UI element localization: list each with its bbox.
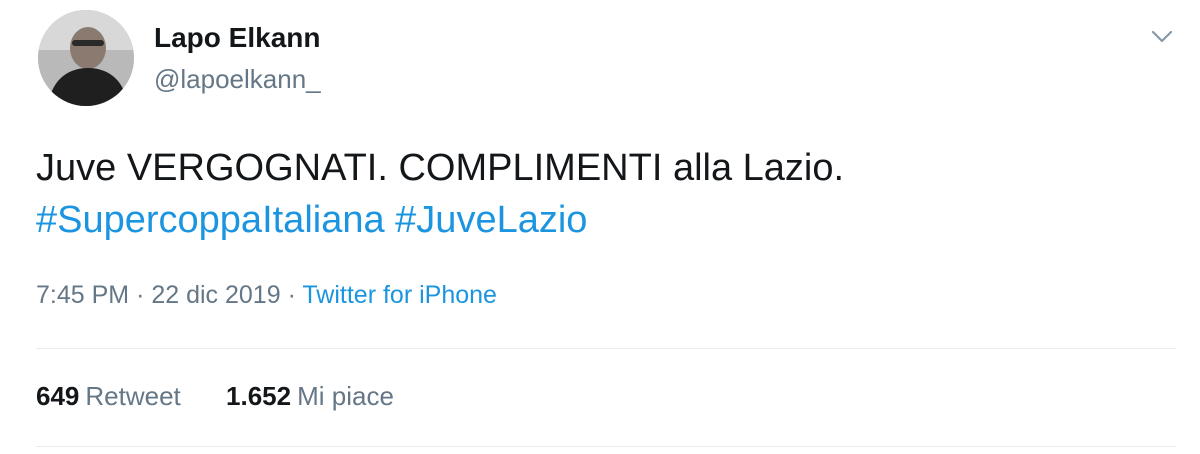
tweet-meta: 7:45 PM · 22 dic 2019 · Twitter for iPho… <box>36 281 497 310</box>
avatar[interactable] <box>38 10 134 106</box>
likes-label: Mi piace <box>297 381 394 411</box>
tweet-stats: 649 Retweet 1.652 Mi piace <box>36 381 432 412</box>
retweets-count: 649 <box>36 381 80 411</box>
hashtag-link[interactable]: #JuveLazio <box>395 199 587 241</box>
tweet-card: Lapo Elkann @lapoelkann_ Juve VERGOGNATI… <box>0 0 1200 454</box>
retweets-stat[interactable]: 649 Retweet <box>36 381 181 412</box>
meta-separator: · <box>287 281 296 309</box>
retweets-label: Retweet <box>85 381 181 411</box>
tweet-source-link[interactable]: Twitter for iPhone <box>302 281 497 309</box>
tweet-body: Juve VERGOGNATI. COMPLIMENTI alla Lazio. <box>36 147 845 189</box>
divider <box>36 348 1176 349</box>
meta-separator: · <box>136 281 145 309</box>
tweet-date[interactable]: 22 dic 2019 <box>151 281 280 309</box>
hashtag-link[interactable]: #SupercoppaItaliana <box>36 199 385 241</box>
chevron-down-icon[interactable] <box>1148 22 1176 50</box>
tweet-time[interactable]: 7:45 PM <box>36 281 129 309</box>
likes-stat[interactable]: 1.652 Mi piace <box>226 381 394 412</box>
tweet-text: Juve VERGOGNATI. COMPLIMENTI alla Lazio.… <box>36 142 1156 246</box>
user-handle[interactable]: @lapoelkann_ <box>154 64 321 95</box>
divider <box>36 446 1176 447</box>
tweet-hashtags: #SupercoppaItaliana #JuveLazio <box>36 194 1156 246</box>
likes-count: 1.652 <box>226 381 292 411</box>
display-name[interactable]: Lapo Elkann <box>154 22 320 54</box>
